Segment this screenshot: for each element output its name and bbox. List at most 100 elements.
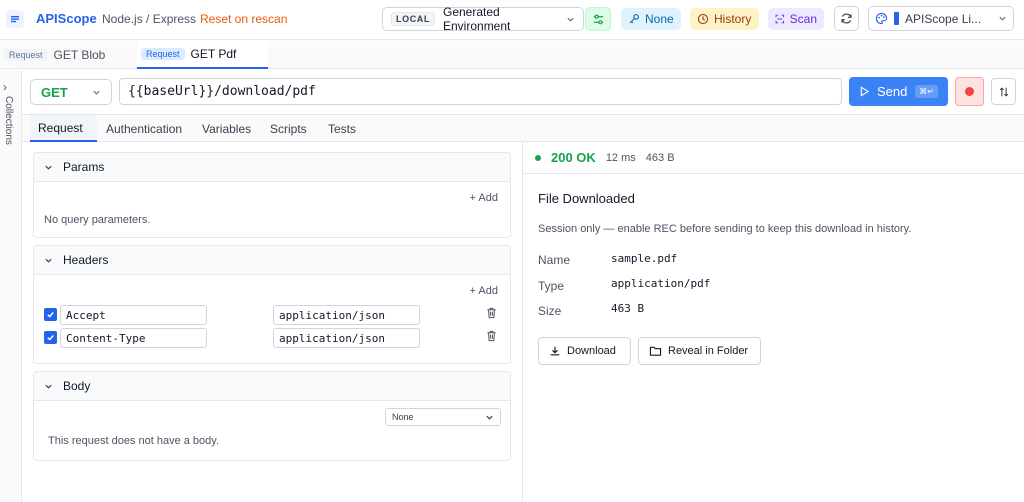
status-dot-icon bbox=[535, 154, 541, 161]
project-name: Node.js / Express bbox=[102, 12, 197, 26]
refresh-icon bbox=[841, 13, 852, 24]
headers-title: Headers bbox=[63, 253, 109, 267]
add-header-button[interactable]: + Add bbox=[470, 285, 498, 297]
arrows-up-down-icon bbox=[999, 86, 1008, 97]
history-label: History bbox=[714, 12, 752, 26]
add-param-button[interactable]: + Add bbox=[470, 192, 498, 204]
send-label: Send bbox=[877, 84, 908, 99]
request-tab-get-blob[interactable]: Request GET Blob bbox=[0, 41, 132, 69]
download-title: File Downloaded bbox=[538, 191, 635, 206]
sliders-icon bbox=[593, 14, 603, 24]
chevron-down-icon bbox=[999, 16, 1006, 21]
send-icon bbox=[860, 86, 870, 97]
theme-swatch bbox=[894, 12, 899, 25]
chevron-right-icon: › bbox=[3, 80, 7, 94]
key-icon bbox=[629, 14, 639, 24]
clock-icon bbox=[697, 13, 709, 25]
chevron-down-icon bbox=[486, 415, 493, 420]
auth-none-button[interactable]: None bbox=[621, 8, 681, 30]
header-key-input[interactable]: Content-Type bbox=[60, 328, 207, 348]
collections-label: Collections bbox=[3, 96, 14, 145]
request-tab-bar: Request GET Blob Request GET Pdf bbox=[0, 41, 1024, 69]
header-row: Content-Type application/json bbox=[44, 328, 502, 348]
auth-none-label: None bbox=[645, 12, 674, 26]
file-type-value: application/pdf bbox=[611, 277, 711, 290]
request-pane: Params + Add No query parameters. Header… bbox=[22, 142, 522, 502]
reveal-label: Reveal in Folder bbox=[668, 345, 749, 357]
theme-select[interactable]: APIScope Li... bbox=[868, 6, 1014, 31]
check-icon bbox=[47, 335, 54, 341]
scan-label: Scan bbox=[789, 12, 817, 26]
params-empty-text: No query parameters. bbox=[44, 214, 151, 226]
trash-icon[interactable] bbox=[486, 307, 497, 319]
tab-scripts[interactable]: Scripts bbox=[262, 115, 316, 142]
folder-icon bbox=[649, 346, 662, 356]
scan-button[interactable]: Scan bbox=[768, 8, 824, 30]
file-size-value: 463 B bbox=[611, 302, 645, 315]
reset-on-rescan-link[interactable]: Reset on rescan bbox=[200, 12, 287, 26]
params-title: Params bbox=[63, 160, 105, 174]
request-tab-label: GET Pdf bbox=[190, 47, 237, 61]
trash-icon[interactable] bbox=[486, 330, 497, 342]
app-logo-icon bbox=[6, 10, 24, 28]
check-icon bbox=[47, 312, 54, 318]
download-icon bbox=[550, 346, 560, 356]
tab-request[interactable]: Request bbox=[30, 115, 97, 142]
theme-label: APIScope Li... bbox=[905, 11, 982, 26]
header-value-input[interactable]: application/json bbox=[273, 305, 420, 325]
history-button[interactable]: History bbox=[690, 8, 759, 30]
environment-select[interactable]: LOCAL Generated Environment bbox=[382, 5, 584, 33]
url-input[interactable]: {{baseUrl}}/download/pdf bbox=[119, 78, 842, 105]
request-tab-label: GET Blob bbox=[53, 48, 106, 62]
tab-variables[interactable]: Variables bbox=[194, 115, 256, 142]
params-header[interactable]: Params bbox=[34, 153, 510, 182]
download-button[interactable]: Download bbox=[538, 337, 631, 365]
request-tab-get-pdf[interactable]: Request GET Pdf bbox=[137, 41, 268, 69]
response-size: 463 B bbox=[645, 151, 675, 164]
top-bar: APIScope Node.js / Express Reset on resc… bbox=[0, 0, 1024, 40]
refresh-button[interactable] bbox=[834, 6, 859, 31]
record-button[interactable] bbox=[955, 77, 984, 106]
body-empty-text: This request does not have a body. bbox=[48, 435, 220, 447]
file-type-label: Type bbox=[538, 279, 565, 293]
file-size-label: Size bbox=[538, 304, 562, 318]
chevron-down-icon bbox=[45, 258, 52, 263]
download-label: Download bbox=[567, 345, 616, 357]
env-name: Generated Environment bbox=[443, 5, 511, 33]
status-code: 200 OK bbox=[551, 150, 596, 165]
response-pane: 200 OK 12 ms 463 B File Downloaded Sessi… bbox=[523, 142, 1024, 502]
chevron-down-icon bbox=[45, 384, 52, 389]
tab-tests[interactable]: Tests bbox=[320, 115, 368, 142]
body-section: Body None This request does not have a b… bbox=[33, 371, 511, 461]
app-name: APIScope bbox=[36, 11, 97, 26]
file-name-label: Name bbox=[538, 253, 571, 267]
reveal-in-folder-button[interactable]: Reveal in Folder bbox=[638, 337, 761, 365]
record-icon bbox=[965, 87, 974, 96]
collections-sidebar-toggle[interactable]: › Collections bbox=[0, 70, 22, 502]
method-select[interactable]: GET bbox=[30, 79, 112, 105]
env-badge: LOCAL bbox=[391, 12, 435, 26]
headers-section: Headers + Add Accept application/json Co… bbox=[33, 245, 511, 364]
tab-authentication[interactable]: Authentication bbox=[98, 115, 188, 142]
request-tab-badge: Request bbox=[141, 48, 185, 60]
request-tab-badge: Request bbox=[4, 49, 48, 61]
download-note: Session only — enable REC before sending… bbox=[538, 223, 912, 235]
response-status-bar: 200 OK 12 ms 463 B bbox=[523, 142, 1024, 174]
environment-settings-button[interactable] bbox=[585, 7, 611, 31]
header-value-input[interactable]: application/json bbox=[273, 328, 420, 348]
swap-layout-button[interactable] bbox=[991, 78, 1016, 105]
header-enabled-checkbox[interactable] bbox=[44, 331, 57, 344]
header-row: Accept application/json bbox=[44, 305, 502, 325]
palette-icon bbox=[875, 12, 888, 25]
header-enabled-checkbox[interactable] bbox=[44, 308, 57, 321]
file-name-value: sample.pdf bbox=[611, 252, 678, 265]
method-value: GET bbox=[41, 84, 68, 100]
section-tabs: Request Authentication Variables Scripts… bbox=[22, 114, 1024, 142]
body-type-select[interactable]: None bbox=[385, 408, 501, 426]
body-header[interactable]: Body bbox=[34, 372, 510, 401]
send-shortcut: ⌘↵ bbox=[915, 85, 938, 98]
headers-header[interactable]: Headers bbox=[34, 246, 510, 275]
send-button[interactable]: Send ⌘↵ bbox=[849, 77, 948, 106]
chevron-down-icon bbox=[45, 165, 52, 170]
header-key-input[interactable]: Accept bbox=[60, 305, 207, 325]
